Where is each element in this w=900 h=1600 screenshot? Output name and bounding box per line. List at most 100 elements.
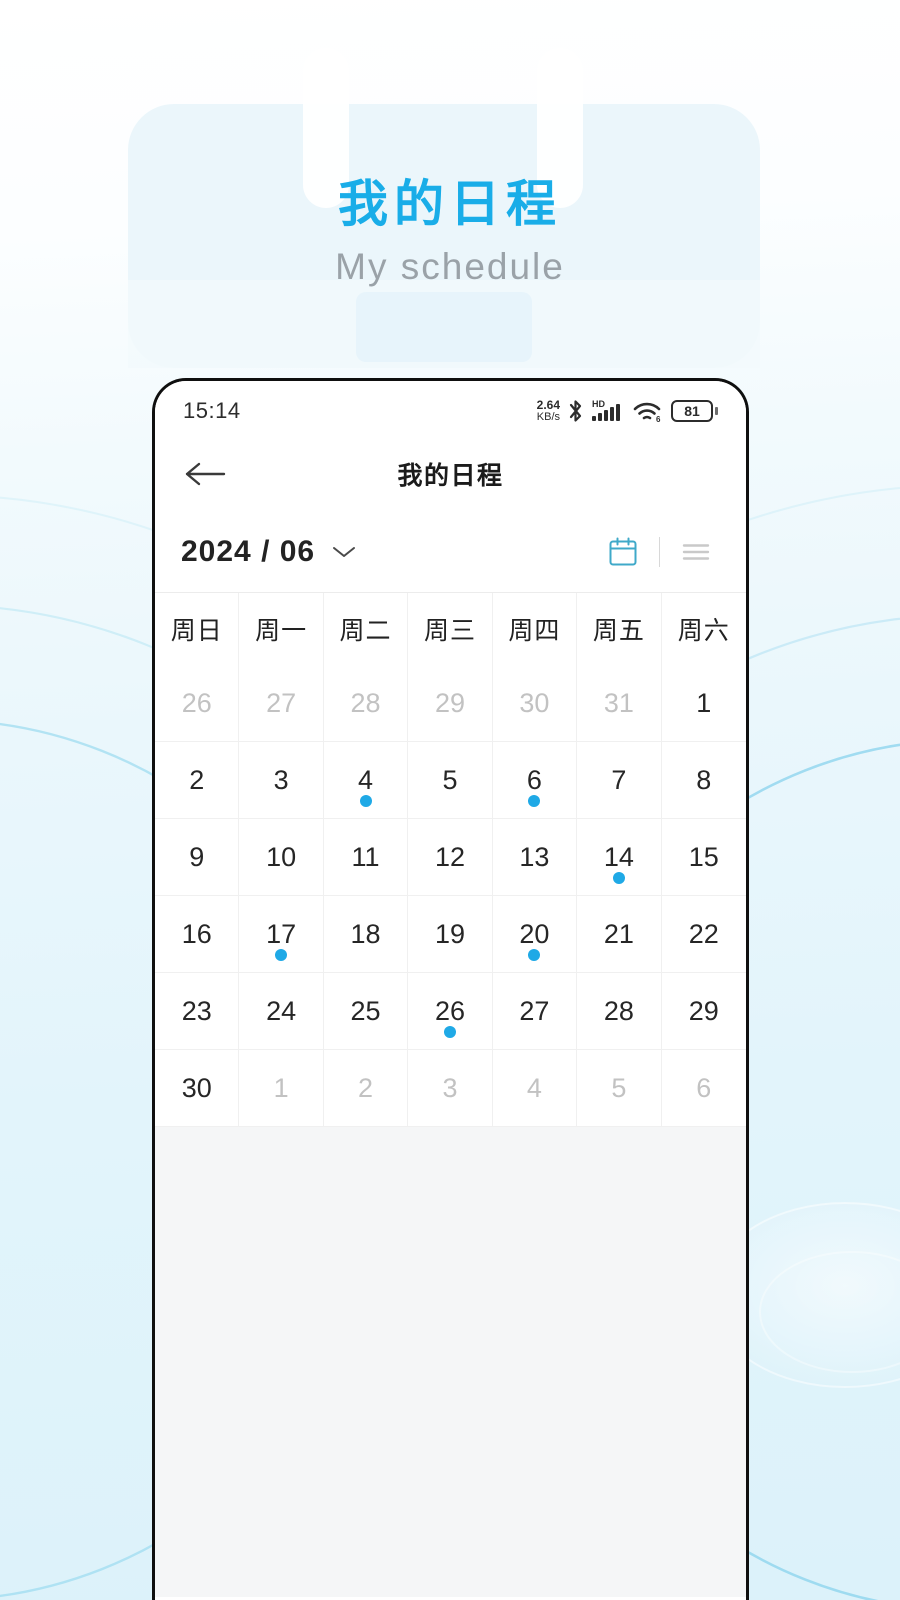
calendar-day-number: 2 bbox=[189, 764, 205, 795]
calendar-day-cell[interactable]: 30 bbox=[492, 665, 578, 742]
phone-frame: 15:14 2.64 KB/s HD 6 81 我的日程 2024 / 06 周… bbox=[152, 378, 749, 1600]
list-view-button[interactable] bbox=[670, 526, 722, 578]
calendar-day-cell[interactable]: 14 bbox=[577, 819, 662, 896]
weekday-header-cell: 周三 bbox=[408, 593, 493, 665]
calendar-day-number: 7 bbox=[611, 764, 627, 795]
calendar-day-cell[interactable]: 29 bbox=[661, 973, 746, 1050]
calendar-day-number: 5 bbox=[442, 764, 458, 795]
calendar-day-cell[interactable]: 16 bbox=[155, 896, 240, 973]
calendar-day-cell[interactable]: 21 bbox=[577, 896, 662, 973]
calendar-day-cell[interactable]: 19 bbox=[408, 896, 493, 973]
calendar-day-cell[interactable]: 12 bbox=[408, 819, 493, 896]
back-button[interactable] bbox=[177, 446, 233, 502]
calendar-day-cell[interactable]: 26 bbox=[408, 973, 493, 1050]
calendar-day-cell[interactable]: 20 bbox=[492, 896, 578, 973]
weekday-header-cell: 周二 bbox=[324, 593, 409, 665]
calendar-day-cell[interactable]: 10 bbox=[239, 819, 324, 896]
month-toolbar: 2024 / 06 bbox=[155, 511, 746, 593]
calendar-day-cell[interactable]: 1 bbox=[239, 1050, 324, 1127]
calendar-day-cell[interactable]: 2 bbox=[155, 742, 240, 819]
calendar-grid: 周日 周一 周二 周三 周四 周五 周六 26 27 28 29 30 31 1 2 3 4 5 6 7 8 9 10 11… bbox=[155, 593, 746, 1127]
calendar-day-number: 28 bbox=[350, 687, 381, 718]
calendar-day-cell[interactable]: 8 bbox=[661, 742, 746, 819]
toolbar-divider bbox=[659, 536, 660, 567]
calendar-day-cell[interactable]: 29 bbox=[408, 665, 493, 742]
calendar-day-number: 5 bbox=[611, 1072, 627, 1103]
calendar-day-number: 16 bbox=[181, 918, 212, 949]
status-bar-indicators: 2.64 KB/s HD 6 81 bbox=[537, 398, 718, 424]
calendar-day-cell[interactable]: 2 bbox=[323, 1050, 409, 1127]
calendar-weeks: 26 27 28 29 30 31 1 2 3 4 5 6 7 8 9 10 11 12 13 14 15 16 17 18 1… bbox=[155, 665, 746, 1127]
cellular-signal-icon: HD bbox=[592, 399, 620, 421]
bluetooth-icon bbox=[569, 400, 582, 422]
promo-title-cn: 我的日程 bbox=[338, 176, 562, 232]
calendar-day-number: 6 bbox=[696, 1072, 712, 1103]
calendar-week-row: 23 24 25 26 27 28 29 bbox=[155, 973, 746, 1050]
calendar-day-cell[interactable]: 27 bbox=[492, 973, 578, 1050]
calendar-day-cell[interactable]: 4 bbox=[492, 1050, 578, 1127]
calendar-day-cell[interactable]: 27 bbox=[239, 665, 324, 742]
weekday-header-row: 周日 周一 周二 周三 周四 周五 周六 bbox=[155, 593, 746, 665]
calendar-day-number: 17 bbox=[266, 918, 297, 949]
wifi-generation-label: 6 bbox=[656, 415, 661, 424]
network-speed-indicator: 2.64 KB/s bbox=[537, 399, 560, 422]
calendar-day-cell[interactable]: 7 bbox=[577, 742, 662, 819]
calendar-day-cell[interactable]: 17 bbox=[239, 896, 324, 973]
calendar-day-cell[interactable]: 18 bbox=[323, 896, 409, 973]
calendar-day-number: 29 bbox=[688, 995, 719, 1026]
calendar-day-cell[interactable]: 31 bbox=[577, 665, 662, 742]
calendar-day-number: 1 bbox=[696, 687, 712, 718]
calendar-view-button[interactable] bbox=[597, 526, 649, 578]
calendar-day-cell[interactable]: 25 bbox=[323, 973, 409, 1050]
calendar-day-cell[interactable]: 26 bbox=[155, 665, 240, 742]
svg-text:HD: HD bbox=[592, 399, 605, 409]
calendar-day-number: 26 bbox=[434, 995, 466, 1026]
calendar-day-number: 29 bbox=[434, 687, 466, 718]
event-dot-indicator bbox=[528, 949, 541, 961]
calendar-day-cell[interactable]: 13 bbox=[492, 819, 578, 896]
calendar-day-cell[interactable]: 5 bbox=[577, 1050, 662, 1127]
calendar-day-number: 14 bbox=[603, 841, 634, 872]
calendar-day-number: 6 bbox=[526, 764, 542, 795]
back-arrow-icon bbox=[185, 462, 226, 486]
calendar-day-cell[interactable]: 23 bbox=[155, 973, 240, 1050]
calendar-week-row: 2 3 4 5 6 7 8 bbox=[155, 742, 746, 819]
calendar-day-cell[interactable]: 6 bbox=[661, 1050, 746, 1127]
calendar-day-cell[interactable]: 5 bbox=[408, 742, 493, 819]
calendar-day-cell[interactable]: 24 bbox=[239, 973, 324, 1050]
calendar-week-row: 16 17 18 19 20 21 22 bbox=[155, 896, 746, 973]
month-selector[interactable]: 2024 / 06 bbox=[181, 535, 357, 569]
calendar-week-row: 30 1 2 3 4 5 6 bbox=[155, 1050, 746, 1127]
calendar-day-cell[interactable]: 9 bbox=[155, 819, 240, 896]
list-icon bbox=[682, 543, 710, 560]
calendar-day-number: 8 bbox=[696, 764, 712, 795]
calendar-day-cell[interactable]: 1 bbox=[661, 665, 746, 742]
event-dot-indicator bbox=[528, 795, 541, 807]
promo-headline: 我的日程 My schedule bbox=[0, 176, 900, 287]
event-dot-indicator bbox=[275, 949, 288, 961]
calendar-day-number: 24 bbox=[266, 995, 297, 1026]
calendar-day-number: 9 bbox=[189, 841, 205, 872]
calendar-day-cell[interactable]: 3 bbox=[408, 1050, 493, 1127]
calendar-day-number: 18 bbox=[350, 918, 381, 949]
calendar-day-cell[interactable]: 22 bbox=[661, 896, 746, 973]
calendar-day-number: 1 bbox=[273, 1072, 289, 1103]
calendar-day-cell[interactable]: 30 bbox=[155, 1050, 240, 1127]
calendar-day-number: 30 bbox=[181, 1072, 212, 1103]
calendar-day-cell[interactable]: 11 bbox=[323, 819, 409, 896]
calendar-day-cell[interactable]: 28 bbox=[323, 665, 409, 742]
calendar-day-number: 27 bbox=[519, 995, 550, 1026]
calendar-day-number: 31 bbox=[603, 687, 634, 718]
calendar-day-cell[interactable]: 15 bbox=[661, 819, 746, 896]
calendar-day-number: 10 bbox=[266, 841, 297, 872]
calendar-day-number: 23 bbox=[181, 995, 212, 1026]
calendar-day-number: 21 bbox=[603, 918, 634, 949]
calendar-day-number: 22 bbox=[688, 918, 719, 949]
calendar-day-number: 2 bbox=[358, 1072, 374, 1103]
calendar-day-cell[interactable]: 6 bbox=[492, 742, 578, 819]
calendar-day-cell[interactable]: 3 bbox=[239, 742, 324, 819]
calendar-day-cell[interactable]: 28 bbox=[577, 973, 662, 1050]
calendar-day-cell[interactable]: 4 bbox=[323, 742, 409, 819]
promo-title-en: My schedule bbox=[335, 246, 565, 287]
calendar-day-number: 27 bbox=[266, 687, 297, 718]
